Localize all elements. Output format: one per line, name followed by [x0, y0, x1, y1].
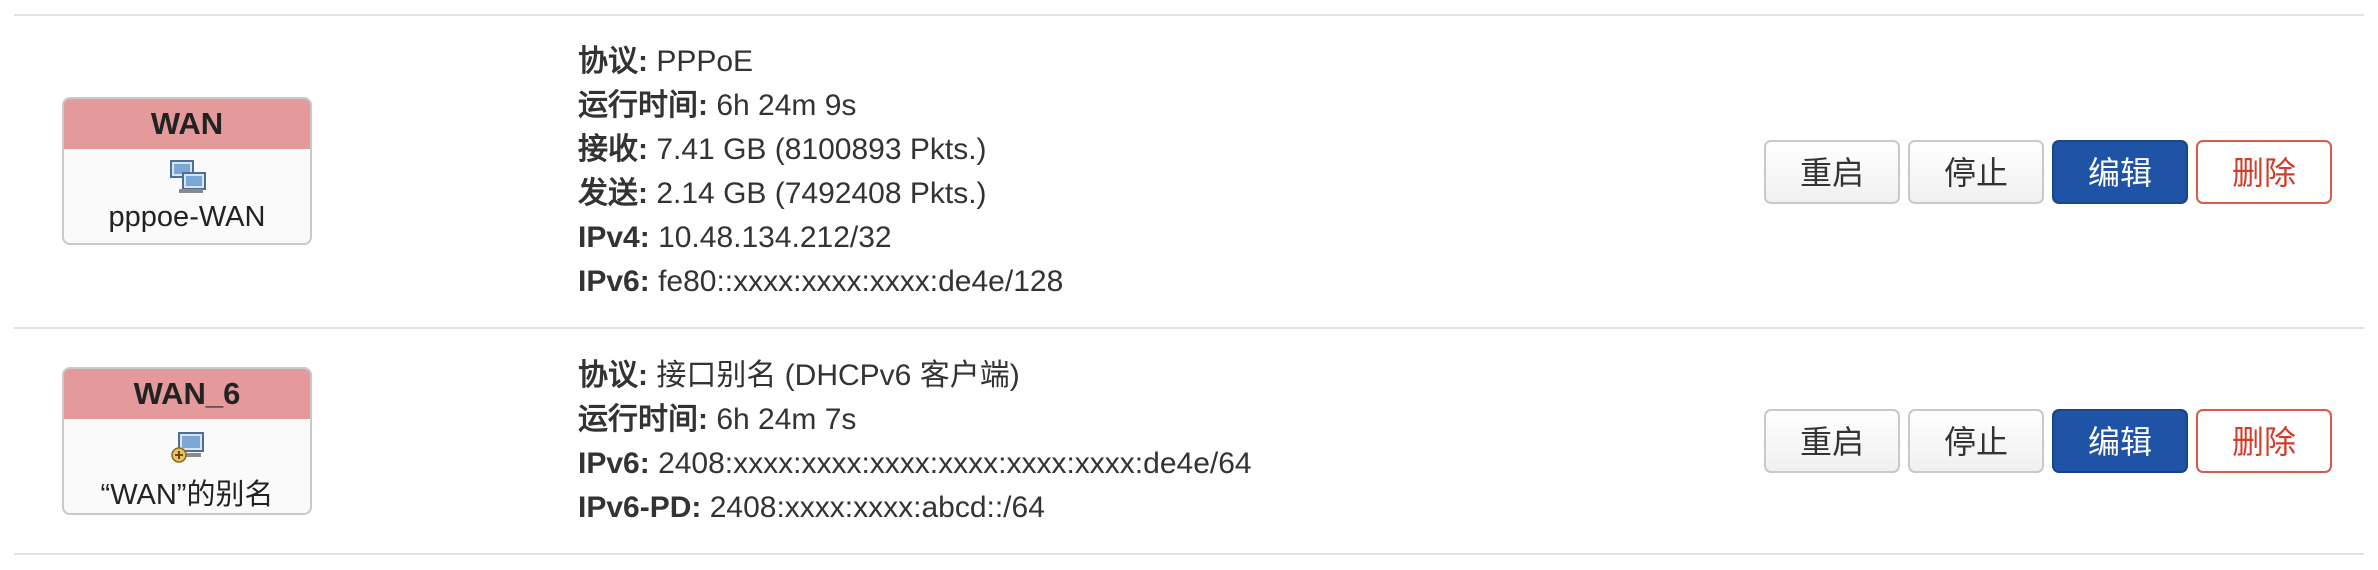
- interface-row-wan6: WAN_6 “WAN”的别名 协议: 接口别名 (DHCPv6 客户端) 运行时…: [0, 327, 2378, 553]
- edit-button[interactable]: 编辑: [2052, 140, 2188, 204]
- interface-details-wan: 协议: PPPoE 运行时间: 6h 24m 9s 接收: 7.41 GB (8…: [578, 40, 1063, 304]
- detail-uptime: 运行时间: 6h 24m 7s: [578, 403, 857, 436]
- interface-badge-title: WAN_6: [64, 369, 310, 419]
- delete-button[interactable]: 删除: [2196, 409, 2332, 473]
- stop-button[interactable]: 停止: [1908, 140, 2044, 204]
- interface-details-wan6: 协议: 接口别名 (DHCPv6 客户端) 运行时间: 6h 24m 7s IP…: [578, 354, 1252, 530]
- row-divider-bottom: [14, 553, 2364, 555]
- detail-protocol: 协议: PPPoE: [578, 45, 754, 78]
- network-computers-icon: [170, 160, 206, 193]
- detail-ipv6: IPv6: 2408:xxxx:xxxx:xxxx:xxxx:xxxx:xxxx…: [578, 447, 1252, 480]
- detail-protocol: 协议: 接口别名 (DHCPv6 客户端): [578, 359, 1020, 392]
- interface-row-wan: WAN pppoe-WAN 协议: PPPoE 运行时间: 6h 24m 9s …: [0, 0, 2378, 327]
- alias-icon: [171, 432, 204, 463]
- detail-uptime: 运行时间: 6h 24m 9s: [578, 89, 857, 122]
- interface-device-name: “WAN”的别名: [100, 479, 274, 511]
- edit-button[interactable]: 编辑: [2052, 409, 2188, 473]
- interface-badge-wan[interactable]: WAN pppoe-WAN: [62, 97, 312, 245]
- interface-device-name: pppoe-WAN: [108, 201, 266, 233]
- restart-button[interactable]: 重启: [1764, 140, 1900, 204]
- stop-button[interactable]: 停止: [1908, 409, 2044, 473]
- detail-ipv6: IPv6: fe80::xxxx:xxxx:xxxx:de4e/128: [578, 265, 1064, 298]
- detail-sent: 发送: 2.14 GB (7492408 Pkts.): [578, 177, 987, 210]
- detail-received: 接收: 7.41 GB (8100893 Pkts.): [578, 133, 987, 166]
- detail-ipv4: IPv4: 10.48.134.212/32: [578, 221, 892, 254]
- restart-button[interactable]: 重启: [1764, 409, 1900, 473]
- detail-ipv6-pd: IPv6-PD: 2408:xxxx:xxxx:abcd::/64: [578, 491, 1045, 524]
- interface-badge-title: WAN: [64, 99, 310, 149]
- delete-button[interactable]: 删除: [2196, 140, 2332, 204]
- interface-badge-wan6[interactable]: WAN_6 “WAN”的别名: [62, 367, 312, 515]
